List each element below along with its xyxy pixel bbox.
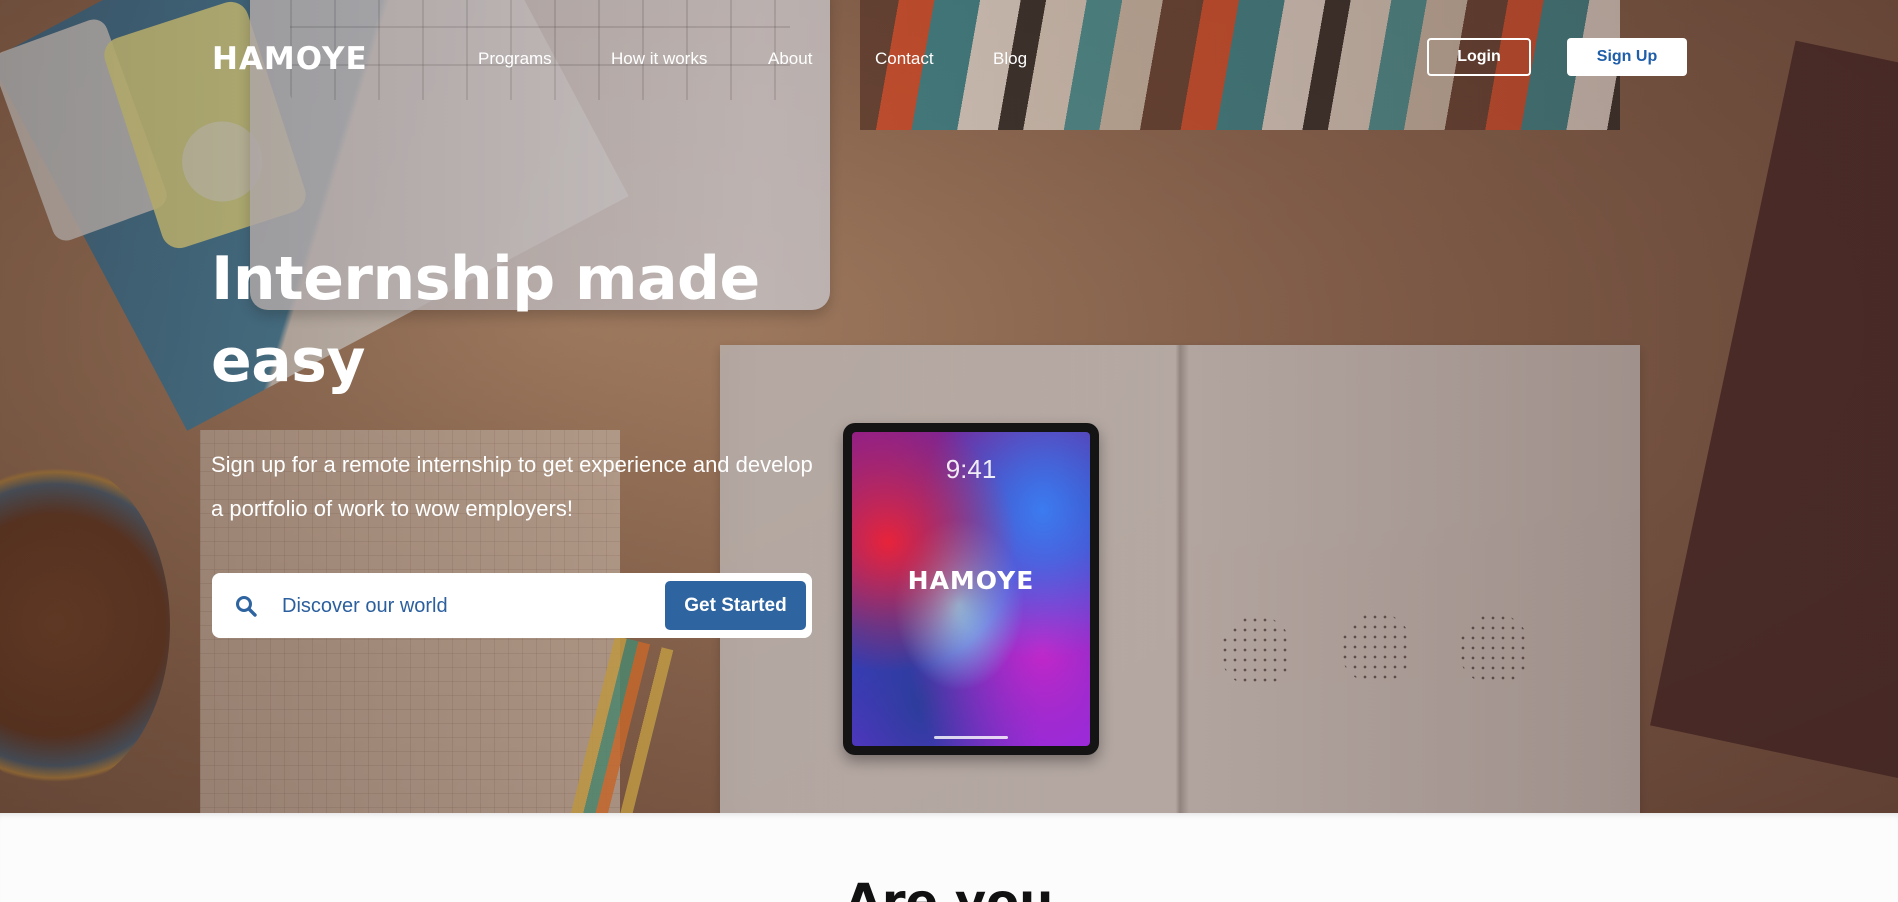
tablet-screen: 9:41 HAMOYE xyxy=(852,432,1090,746)
nav-link-contact[interactable]: Contact xyxy=(875,49,934,69)
brand-logo-text: HAMOYE xyxy=(212,41,368,77)
search-input[interactable] xyxy=(280,583,664,630)
hero-title: Internship made easy xyxy=(211,244,760,396)
get-started-button[interactable]: Get Started xyxy=(665,581,806,630)
login-button[interactable]: Login xyxy=(1427,38,1531,76)
search-icon xyxy=(234,594,258,618)
tablet-mockup: 9:41 HAMOYE xyxy=(843,423,1099,755)
brand-logo[interactable]: HAMOYE xyxy=(212,41,368,77)
tablet-home-indicator xyxy=(934,736,1008,739)
landing-page: HAMOYE Programs How it works About Conta… xyxy=(0,0,1898,902)
nav-link-about[interactable]: About xyxy=(768,49,812,69)
nav-link-blog[interactable]: Blog xyxy=(993,49,1027,69)
search-bar: Get Started xyxy=(212,573,812,638)
nav-link-how-it-works[interactable]: How it works xyxy=(611,49,707,69)
top-navbar: HAMOYE Programs How it works About Conta… xyxy=(0,0,1898,118)
hero-subtitle: Sign up for a remote internship to get e… xyxy=(211,452,813,521)
tablet-logo: HAMOYE xyxy=(907,566,1035,595)
signup-button[interactable]: Sign Up xyxy=(1567,38,1687,76)
tablet-clock: 9:41 xyxy=(945,454,997,484)
nav-link-programs[interactable]: Programs xyxy=(478,49,552,69)
section-title: Are you xyxy=(844,874,1054,902)
